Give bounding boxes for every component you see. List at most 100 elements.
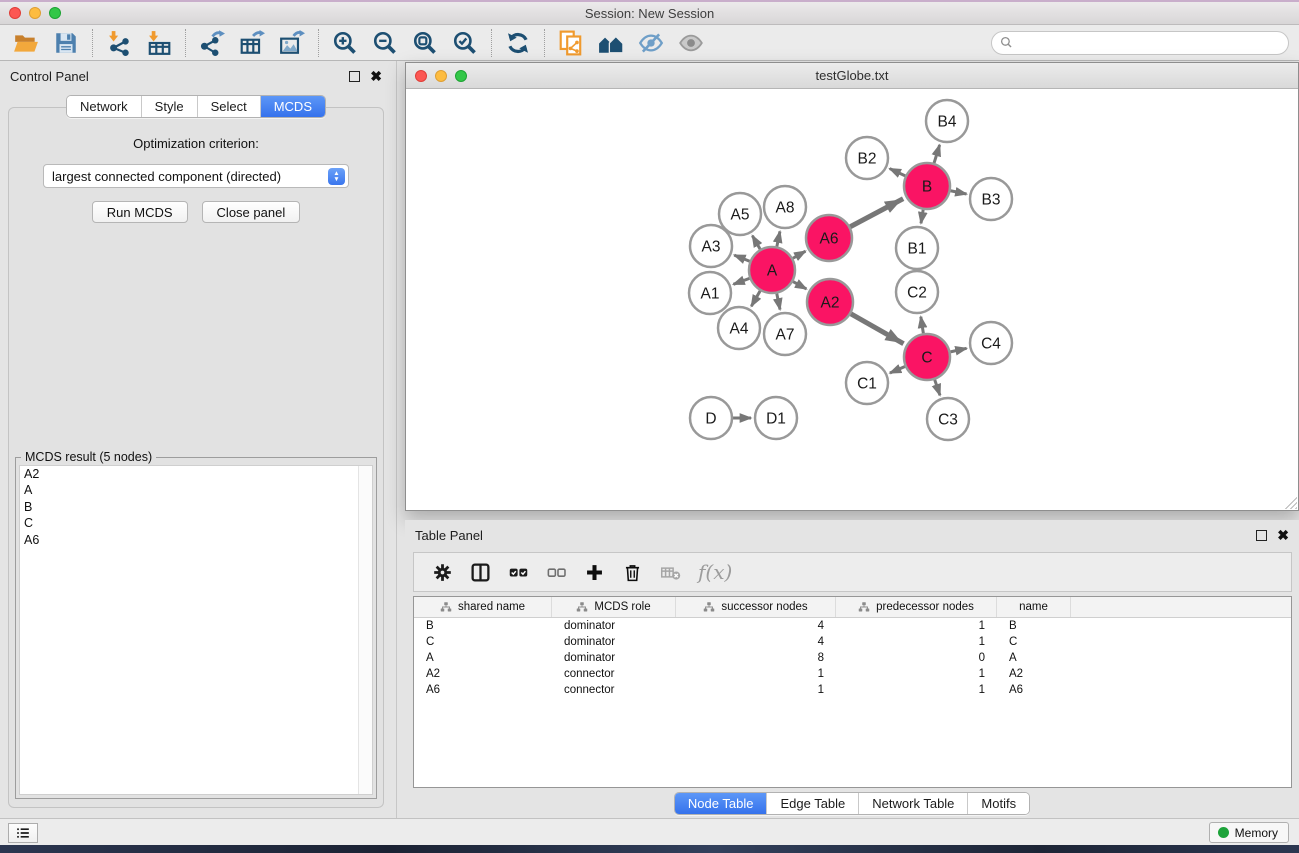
table-row[interactable]: Bdominator41B bbox=[414, 618, 1291, 634]
table-row[interactable]: A6connector11A6 bbox=[414, 682, 1291, 698]
show-all-button[interactable] bbox=[671, 27, 711, 59]
graph-edge-A-A4[interactable] bbox=[751, 291, 760, 306]
function-builder-button[interactable]: f(x) bbox=[698, 560, 732, 584]
table-cell[interactable]: dominator bbox=[552, 636, 676, 648]
table-cell[interactable]: 1 bbox=[836, 620, 997, 632]
import-table-button[interactable] bbox=[139, 27, 179, 59]
table-cell[interactable]: 4 bbox=[676, 620, 836, 632]
table-cell[interactable]: 8 bbox=[676, 652, 836, 664]
graph-node-A6[interactable]: A6 bbox=[806, 215, 852, 261]
table-row[interactable]: Cdominator41C bbox=[414, 634, 1291, 650]
graph-edge-A-A1[interactable] bbox=[733, 278, 749, 284]
column-header-shared-name[interactable]: shared name bbox=[414, 597, 552, 617]
result-item[interactable]: A2 bbox=[20, 466, 372, 482]
float-panel-button[interactable] bbox=[349, 71, 360, 82]
graph-node-C3[interactable]: C3 bbox=[927, 398, 969, 440]
graph-edge-C-C2[interactable] bbox=[921, 317, 924, 334]
graph-edge-A-A8[interactable] bbox=[777, 231, 780, 246]
table-cell[interactable]: dominator bbox=[552, 652, 676, 664]
save-session-button[interactable] bbox=[46, 27, 86, 59]
graph-node-A4[interactable]: A4 bbox=[718, 307, 760, 349]
graph-edge-A6-B[interactable] bbox=[850, 199, 903, 227]
table-cell[interactable]: 0 bbox=[836, 652, 997, 664]
run-mcds-button[interactable]: Run MCDS bbox=[92, 201, 188, 223]
delete-table-button[interactable] bbox=[658, 558, 682, 586]
graph-edge-B-B3[interactable] bbox=[951, 191, 967, 194]
graph-edge-B-B4[interactable] bbox=[934, 145, 940, 163]
table-row[interactable]: A2connector11A2 bbox=[414, 666, 1291, 682]
export-network-button[interactable] bbox=[192, 27, 232, 59]
graph-edge-B-B2[interactable] bbox=[890, 169, 906, 176]
table-cell[interactable]: C bbox=[997, 636, 1071, 648]
close-panel-button[interactable]: ✖ bbox=[370, 71, 382, 82]
table-cell[interactable]: B bbox=[997, 620, 1071, 632]
graph-node-A1[interactable]: A1 bbox=[689, 272, 731, 314]
result-item[interactable]: C bbox=[20, 515, 372, 531]
graph-node-C1[interactable]: C1 bbox=[846, 362, 888, 404]
graph-edge-C-C4[interactable] bbox=[950, 348, 966, 352]
delete-column-button[interactable] bbox=[620, 558, 644, 586]
table-cell[interactable]: 1 bbox=[836, 636, 997, 648]
table-cell[interactable]: 1 bbox=[836, 684, 997, 696]
table-cell[interactable]: A bbox=[997, 652, 1071, 664]
memory-button[interactable]: Memory bbox=[1209, 822, 1289, 843]
table-cell[interactable]: connector bbox=[552, 668, 676, 680]
result-item[interactable]: B bbox=[20, 499, 372, 515]
export-image-button[interactable] bbox=[272, 27, 312, 59]
task-history-button[interactable] bbox=[8, 823, 38, 843]
table-row[interactable]: Adominator80A bbox=[414, 650, 1291, 666]
graph-node-B2[interactable]: B2 bbox=[846, 137, 888, 179]
graph-edge-A-A2[interactable] bbox=[793, 282, 806, 289]
graph-node-A2[interactable]: A2 bbox=[807, 279, 853, 325]
graph-node-D1[interactable]: D1 bbox=[755, 397, 797, 439]
table-tab-motifs[interactable]: Motifs bbox=[968, 793, 1029, 814]
zoom-in-button[interactable] bbox=[325, 27, 365, 59]
columns-button[interactable] bbox=[468, 558, 492, 586]
table-cell[interactable]: A bbox=[414, 652, 552, 664]
gear-button[interactable] bbox=[430, 558, 454, 586]
add-column-button[interactable] bbox=[582, 558, 606, 586]
graph-node-A5[interactable]: A5 bbox=[719, 193, 761, 235]
graph-edge-A-A7[interactable] bbox=[777, 294, 780, 310]
export-table-button[interactable] bbox=[232, 27, 272, 59]
copy-network-button[interactable] bbox=[551, 27, 591, 59]
table-cell[interactable]: dominator bbox=[552, 620, 676, 632]
table-cell[interactable]: 1 bbox=[676, 684, 836, 696]
hide-selected-button[interactable] bbox=[631, 27, 671, 59]
column-header-name[interactable]: name bbox=[997, 597, 1071, 617]
graph-edge-A-A3[interactable] bbox=[734, 255, 749, 261]
close-panel-button-2[interactable]: Close panel bbox=[202, 201, 301, 223]
column-header-MCDS-role[interactable]: MCDS role bbox=[552, 597, 676, 617]
criterion-select[interactable]: largest connected component (directed) ▲… bbox=[43, 164, 349, 188]
zoom-out-button[interactable] bbox=[365, 27, 405, 59]
graph-node-B4[interactable]: B4 bbox=[926, 100, 968, 142]
graph-node-B[interactable]: B bbox=[904, 163, 950, 209]
table-tab-node-table[interactable]: Node Table bbox=[675, 793, 768, 814]
graph-node-A[interactable]: A bbox=[749, 247, 795, 293]
float-table-panel-button[interactable] bbox=[1256, 530, 1267, 541]
table-cell[interactable]: B bbox=[414, 620, 552, 632]
table-cell[interactable]: 4 bbox=[676, 636, 836, 648]
resize-grip[interactable] bbox=[1284, 496, 1297, 509]
graph-node-A3[interactable]: A3 bbox=[690, 225, 732, 267]
search-field[interactable] bbox=[991, 31, 1289, 55]
graph-node-A7[interactable]: A7 bbox=[764, 313, 806, 355]
graph-node-C[interactable]: C bbox=[904, 334, 950, 380]
graph-edge-A2-C[interactable] bbox=[851, 314, 904, 344]
table-cell[interactable]: A2 bbox=[997, 668, 1071, 680]
network-graph[interactable]: B4B2BB3A8A5A6B1A3AC2A1A2A4A7C4CC1C3DD1 bbox=[406, 89, 1298, 510]
mcds-result-list[interactable]: A2ABCA6 bbox=[19, 465, 373, 795]
tab-network[interactable]: Network bbox=[67, 96, 142, 117]
select-all-button[interactable] bbox=[506, 558, 530, 586]
table-tab-edge-table[interactable]: Edge Table bbox=[767, 793, 859, 814]
table-cell[interactable]: C bbox=[414, 636, 552, 648]
graph-node-A8[interactable]: A8 bbox=[764, 186, 806, 228]
graph-edge-C-C1[interactable] bbox=[890, 367, 905, 374]
graph-node-C4[interactable]: C4 bbox=[970, 322, 1012, 364]
network-window-titlebar[interactable]: testGlobe.txt bbox=[406, 63, 1298, 89]
tab-mcds[interactable]: MCDS bbox=[261, 96, 325, 117]
first-neighbors-button[interactable] bbox=[591, 27, 631, 59]
graph-edge-A-A5[interactable] bbox=[752, 236, 760, 249]
result-item[interactable]: A bbox=[20, 482, 372, 498]
table-cell[interactable]: A6 bbox=[414, 684, 552, 696]
